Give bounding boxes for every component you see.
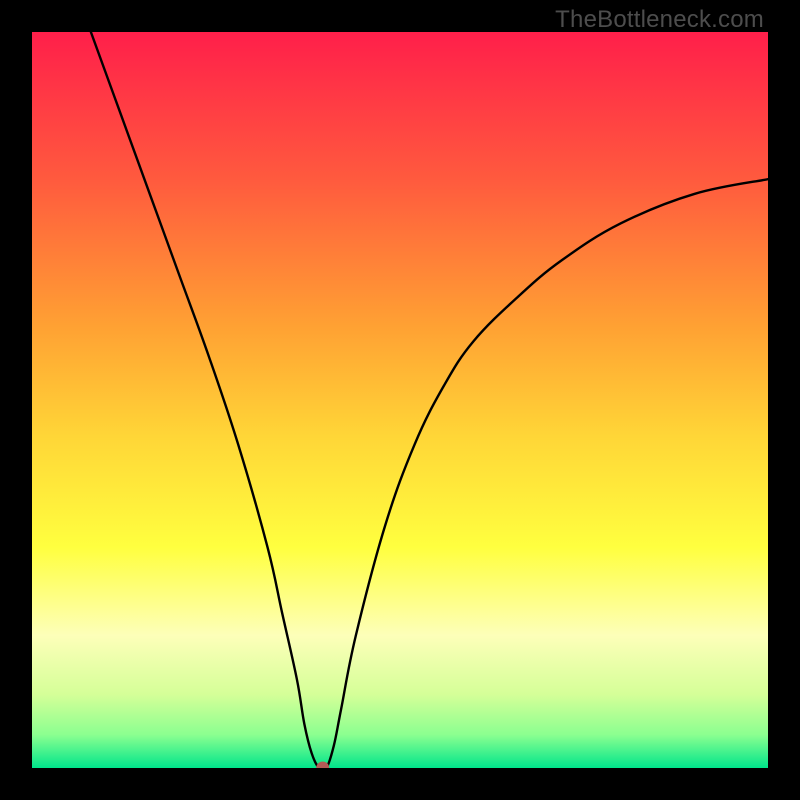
gradient-background — [32, 32, 768, 768]
plot-area — [32, 32, 768, 768]
bottleneck-chart — [32, 32, 768, 768]
chart-frame: TheBottleneck.com — [0, 0, 800, 800]
watermark-text: TheBottleneck.com — [555, 6, 764, 34]
